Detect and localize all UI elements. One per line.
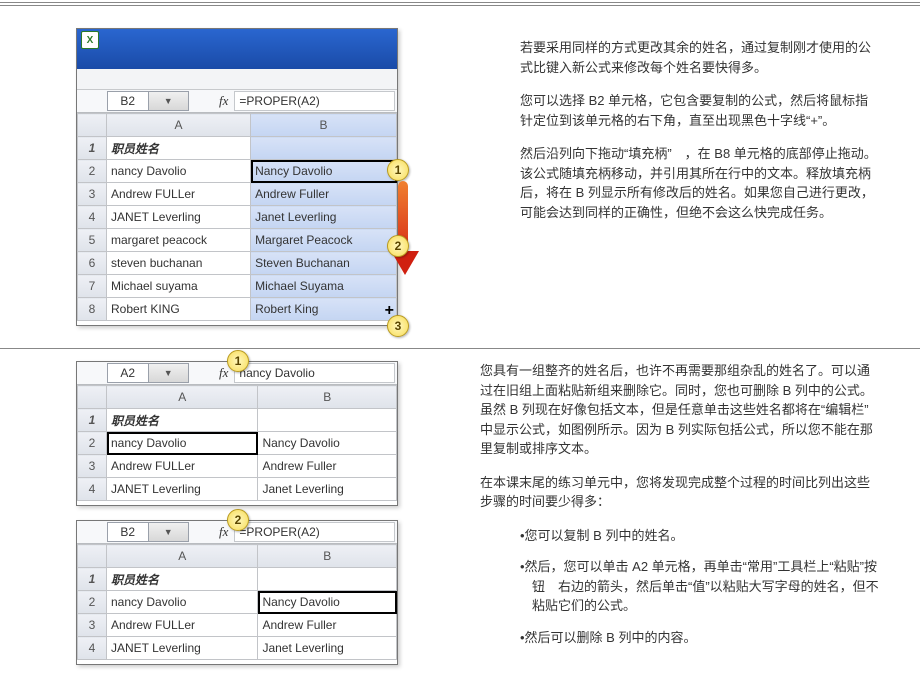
row-num[interactable]: 2	[78, 160, 107, 183]
cell[interactable]	[251, 137, 397, 160]
bullet: •然后可以删除 B 列中的内容。	[520, 628, 880, 648]
row-num[interactable]: 2	[78, 432, 107, 455]
cell[interactable]: 职员姓名	[107, 568, 258, 591]
fx-label: fx	[219, 524, 228, 540]
col-header-a[interactable]: A	[107, 114, 251, 137]
col-header-a[interactable]: A	[107, 545, 258, 568]
row-num[interactable]: 1	[78, 568, 107, 591]
col-header-a[interactable]: A	[107, 386, 258, 409]
cell[interactable]: Michael suyama	[107, 275, 251, 298]
drag-arrow-icon	[391, 181, 415, 275]
cell[interactable]: Andrew Fuller	[258, 614, 397, 637]
active-cell[interactable]: Nancy Davolio	[251, 160, 397, 183]
callout-1: 1	[387, 159, 409, 181]
corner-cell[interactable]	[78, 545, 107, 568]
cell[interactable]: Andrew FULLer	[107, 614, 258, 637]
cell[interactable]: Robert KING	[107, 298, 251, 321]
cell[interactable]: Janet Leverling	[251, 206, 397, 229]
row-num[interactable]: 1	[78, 409, 107, 432]
figure-1: X B2 ▼ fx =PROPER(A2) A B 1 职员姓名	[76, 28, 398, 326]
name-box-dropdown-icon[interactable]: ▼	[148, 364, 189, 382]
row-num[interactable]: 4	[78, 478, 107, 501]
bullet: •您可以复制 B 列中的姓名。	[520, 526, 880, 546]
paragraph: 然后沿列向下拖动“填充柄” ，在 B8 单元格的底部停止拖动。该公式随填充柄移动…	[520, 144, 880, 222]
callout-2: 2	[387, 235, 409, 257]
cell[interactable]: margaret peacock	[107, 229, 251, 252]
text-block-1: 若要采用同样的方式更改其余的姓名，通过复制刚才使用的公式比键入新公式来修改每个姓…	[410, 8, 920, 246]
name-box[interactable]: B2 ▼	[107, 91, 189, 111]
col-header-b[interactable]: B	[251, 114, 397, 137]
row-num[interactable]: 8	[78, 298, 107, 321]
formula-bar: B2 ▼ fx =PROPER(A2)	[77, 90, 397, 113]
spreadsheet-grid[interactable]: A B 1 职员姓名 2 nancy Davolio Nancy Davolio…	[77, 544, 397, 660]
cell[interactable]: JANET Leverling	[107, 637, 258, 660]
row-num[interactable]: 3	[78, 614, 107, 637]
cell[interactable]: Janet Leverling	[258, 478, 397, 501]
row-num[interactable]: 3	[78, 455, 107, 478]
active-cell[interactable]: nancy Davolio	[107, 432, 258, 455]
cell[interactable]: Andrew FULLer	[107, 183, 251, 206]
cell[interactable]: nancy Davolio	[107, 591, 258, 614]
formula-input[interactable]: =PROPER(A2)	[234, 91, 395, 111]
active-cell[interactable]: Nancy Davolio	[258, 591, 397, 614]
name-box-value: B2	[108, 92, 148, 110]
cell[interactable]: Janet Leverling	[258, 637, 397, 660]
name-box[interactable]: A2 ▼	[107, 363, 189, 383]
name-box-dropdown-icon[interactable]: ▼	[148, 92, 189, 110]
cell[interactable]: 职员姓名	[107, 137, 251, 160]
cell[interactable]: 职员姓名	[107, 409, 258, 432]
row-num[interactable]: 1	[78, 137, 107, 160]
row-num[interactable]: 5	[78, 229, 107, 252]
figure-2: A2 ▼ fx nancy Davolio A B 1 职员姓名 2	[76, 361, 398, 506]
corner-cell[interactable]	[78, 114, 107, 137]
fx-label: fx	[219, 93, 228, 109]
callout-3: 3	[387, 315, 409, 337]
formula-input[interactable]: =PROPER(A2)	[234, 522, 395, 542]
row-num[interactable]: 2	[78, 591, 107, 614]
cell[interactable]: Michael Suyama	[251, 275, 397, 298]
paragraph: 您可以选择 B2 单元格，它包含要复制的公式，然后将鼠标指针定位到该单元格的右下…	[520, 91, 880, 130]
fx-label: fx	[219, 365, 228, 381]
row-num[interactable]: 7	[78, 275, 107, 298]
col-header-b[interactable]: B	[258, 545, 397, 568]
spreadsheet-grid[interactable]: A B 1 职员姓名 2 nancy Davolio Nancy Davolio…	[77, 113, 397, 321]
spreadsheet-grid[interactable]: A B 1 职员姓名 2 nancy Davolio Nancy Davolio…	[77, 385, 397, 501]
window-titlebar: X	[77, 29, 397, 69]
name-box-dropdown-icon[interactable]: ▼	[148, 523, 189, 541]
row-num[interactable]: 4	[78, 206, 107, 229]
cell[interactable]: Margaret Peacock	[251, 229, 397, 252]
cell[interactable]: JANET Leverling	[107, 206, 251, 229]
row-num[interactable]: 6	[78, 252, 107, 275]
cell[interactable]	[258, 409, 397, 432]
cell[interactable]: steven buchanan	[107, 252, 251, 275]
cell[interactable]: Andrew Fuller	[251, 183, 397, 206]
name-box-value: B2	[108, 523, 148, 541]
col-header-b[interactable]: B	[258, 386, 397, 409]
excel-app-icon: X	[81, 31, 99, 49]
figure-3: B2 ▼ fx =PROPER(A2) A B 1 职员姓名 2	[76, 520, 398, 665]
cell[interactable]: Andrew Fuller	[258, 455, 397, 478]
formula-input[interactable]: nancy Davolio	[234, 363, 395, 383]
text-block-2: 您具有一组整齐的姓名后，也许不再需要那组杂乱的姓名了。可以通过在旧组上面粘贴新组…	[410, 349, 920, 669]
name-box[interactable]: B2 ▼	[107, 522, 189, 542]
cell[interactable]: JANET Leverling	[107, 478, 258, 501]
cell[interactable]: Nancy Davolio	[258, 432, 397, 455]
name-box-value: A2	[108, 364, 148, 382]
cell[interactable]: Robert King	[251, 298, 397, 321]
bullet: •然后，您可以单击 A2 单元格，再单击“常用”工具栏上“粘贴”按钮 右边的箭头…	[520, 557, 880, 616]
cell[interactable]: nancy Davolio	[107, 160, 251, 183]
cell[interactable]	[258, 568, 397, 591]
toolbar-blank	[77, 69, 397, 90]
cell[interactable]: Steven Buchanan	[251, 252, 397, 275]
row-num[interactable]: 4	[78, 637, 107, 660]
callout-1: 1	[227, 350, 249, 372]
cell[interactable]: Andrew FULLer	[107, 455, 258, 478]
paragraph: 在本课末尾的练习单元中，您将发现完成整个过程的时间比列出这些步骤的时间要少得多：	[480, 473, 880, 512]
callout-2: 2	[227, 509, 249, 531]
row-num[interactable]: 3	[78, 183, 107, 206]
paragraph: 若要采用同样的方式更改其余的姓名，通过复制刚才使用的公式比键入新公式来修改每个姓…	[520, 38, 880, 77]
paragraph: 您具有一组整齐的姓名后，也许不再需要那组杂乱的姓名了。可以通过在旧组上面粘贴新组…	[480, 361, 880, 459]
corner-cell[interactable]	[78, 386, 107, 409]
